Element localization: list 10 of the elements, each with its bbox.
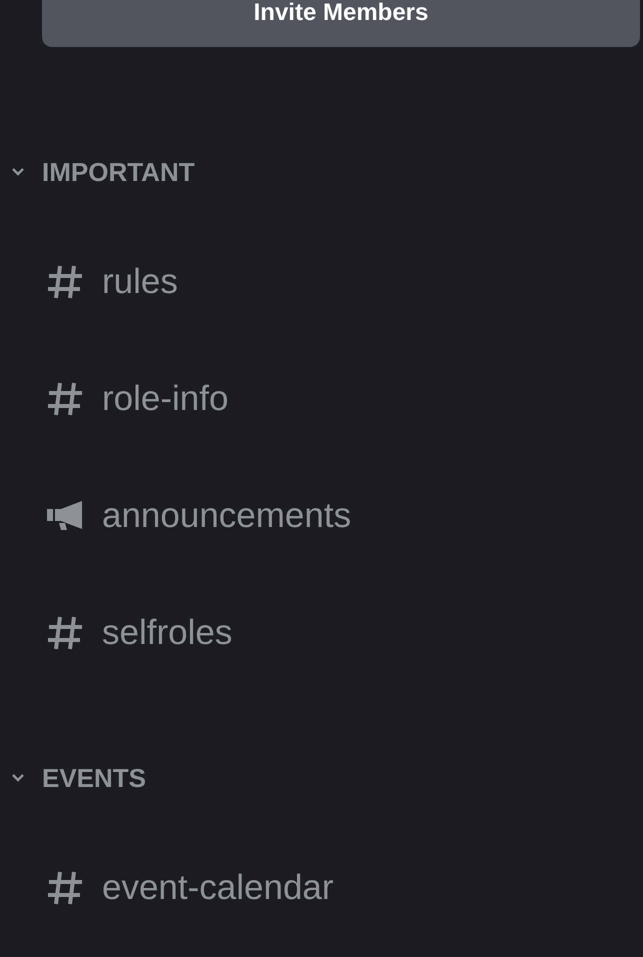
channel-name[interactable]: announcements xyxy=(102,496,352,536)
channel-name[interactable]: selfroles xyxy=(102,612,232,652)
chevron-icon[interactable] xyxy=(11,167,25,177)
channel-name[interactable]: event-calendar xyxy=(102,868,334,908)
channel-name[interactable]: role-info xyxy=(102,378,228,418)
invite-members-button[interactable]: Invite Members xyxy=(42,0,640,47)
channel-name[interactable]: rules xyxy=(102,262,178,302)
category-header[interactable]: IMPORTANT xyxy=(42,156,195,188)
chevron-icon[interactable] xyxy=(11,773,25,783)
category-header[interactable]: EVENTS xyxy=(42,762,146,794)
